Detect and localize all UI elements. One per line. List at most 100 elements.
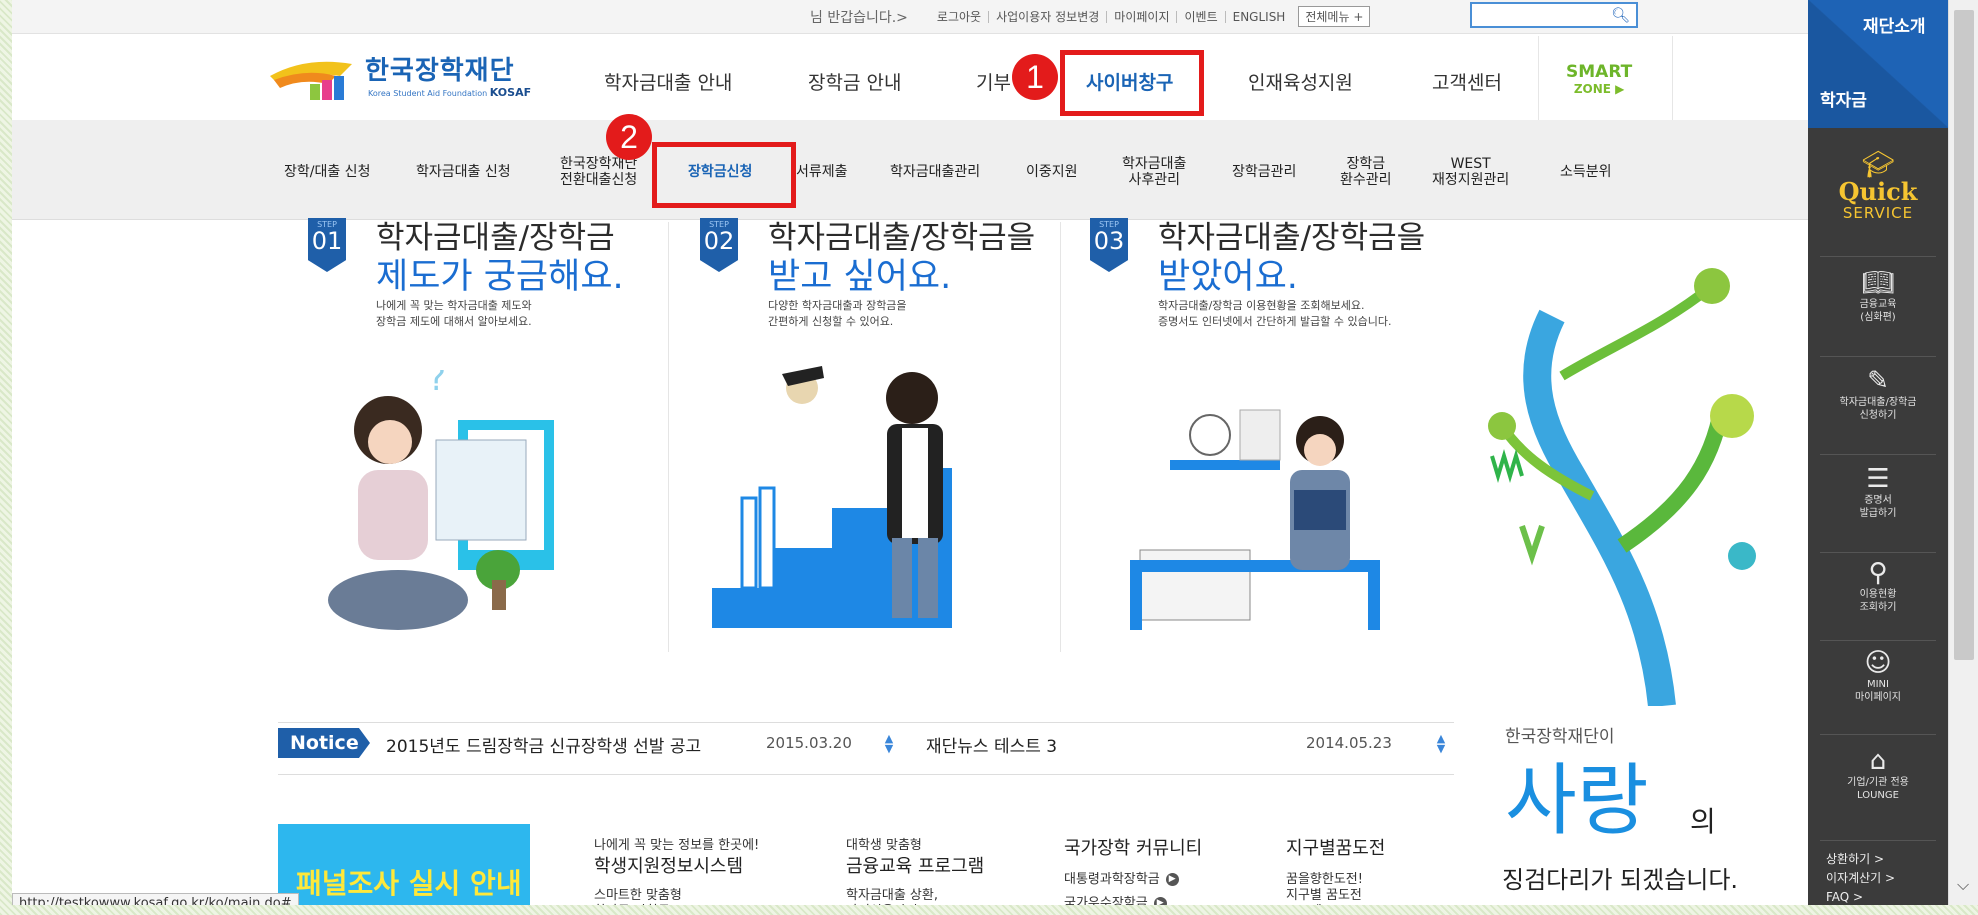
smart-label: SMART: [1566, 62, 1633, 82]
nav-donation[interactable]: 기부: [976, 68, 1011, 95]
smart-zone-button[interactable]: SMART ZONE ▶: [1566, 64, 1632, 98]
repay-link[interactable]: 상환하기 >: [1826, 850, 1895, 869]
annotation-box-2: [652, 142, 796, 208]
nav-scholarship-guide[interactable]: 장학금 안내: [808, 68, 901, 95]
search-input[interactable]: 🔍︎: [1470, 2, 1638, 28]
search-icon: ⚲: [1868, 558, 1888, 588]
page-frame-bottom: [0, 905, 1978, 915]
finance-edu-title[interactable]: 금융교육 프로그램: [846, 852, 984, 878]
scrollbar-thumb[interactable]: [1954, 10, 1974, 660]
graduation-cap-icon: 🎓︎: [1861, 150, 1895, 180]
community-link-1[interactable]: 대통령과학장학금 ▶: [1064, 868, 1179, 887]
notice-item-2[interactable]: 재단뉴스 테스트 3: [926, 732, 1057, 757]
notice-updown-icon[interactable]: ▲ ▼: [882, 733, 896, 756]
subnav-west-l2: 재정지원관리: [1432, 172, 1510, 188]
nav-divider: [1672, 36, 1673, 120]
notice-date-1: 2015.03.20: [766, 734, 852, 752]
subnav-scholarship-refund[interactable]: 장학금 환수관리: [1340, 156, 1392, 188]
greeting-text: 님 반갑습니다.>: [810, 9, 908, 26]
side-item-label: LOUNGE: [1857, 790, 1899, 801]
logo-sub: Korea Student Aid Foundation KOSAF: [368, 86, 531, 99]
side-item-label: 발급하기: [1859, 508, 1897, 519]
subnav-west[interactable]: WEST 재정지원관리: [1432, 156, 1509, 188]
service-label: SERVICE: [1842, 204, 1914, 222]
student-reading-illustration: [1130, 409, 1380, 630]
nav-loan-guide[interactable]: 학자금대출 안내: [604, 68, 732, 95]
step-desc-line: 학자금대출/장학금 이용현황을 조회해보세요.: [1158, 299, 1365, 312]
dream-challenge-title[interactable]: 지구별꿈도전: [1286, 834, 1385, 860]
nav-customer-center[interactable]: 고객센터: [1432, 68, 1502, 95]
step-subtitle-1[interactable]: 제도가 궁금해요.: [376, 248, 624, 299]
logo-name[interactable]: 한국장학재단: [365, 50, 515, 87]
search-icon[interactable]: 🔍︎: [1611, 6, 1630, 24]
building-icon: ⌂: [1869, 746, 1887, 776]
community-title[interactable]: 국가장학 커뮤니티: [1064, 834, 1202, 860]
student-loan-link[interactable]: 학자금: [1820, 86, 1867, 111]
subnav-income-level[interactable]: 소득분위: [1560, 164, 1612, 180]
step-subtitle-3[interactable]: 받았어요.: [1158, 248, 1298, 299]
subnav-apply[interactable]: 장학/대출 신청: [284, 164, 370, 180]
arrow-circle-icon: ▶: [1615, 82, 1625, 96]
foundation-intro-link[interactable]: 재단소개: [1863, 12, 1926, 37]
info-system-title[interactable]: 학생지원정보시스템: [594, 852, 743, 878]
quick-label: Quick: [1838, 177, 1918, 206]
subnav-conversion-loan[interactable]: 한국장학재단 전환대출신청: [560, 156, 637, 188]
step-subtitle-2[interactable]: 받고 싶어요.: [768, 248, 951, 299]
nav-talent-support[interactable]: 인재육성지원: [1248, 68, 1353, 95]
side-lounge[interactable]: ⌂ 기업/기관 전용 LOUNGE: [1808, 746, 1948, 802]
side-divider: [1820, 256, 1936, 257]
subnav-loan-apply[interactable]: 학자금대출 신청: [416, 164, 511, 180]
subnav-loan-aftercare[interactable]: 학자금대출 사후관리: [1122, 156, 1186, 188]
side-usage-lookup[interactable]: ⚲ 이용현황 조회하기: [1808, 558, 1948, 614]
chevron-down-icon[interactable]: ⌵: [1957, 875, 1969, 895]
step-desc-2: 다양한 학자금대출과 장학금을 간편하게 신청할 수 있어요.: [768, 298, 907, 330]
side-divider: [1820, 734, 1936, 735]
side-divider: [1820, 840, 1936, 841]
utility-links: 님 반갑습니다.> 로그아웃 사업이용자 정보변경 마이페이지 이벤트 ENGL…: [810, 6, 1371, 27]
nav-divider: [1538, 36, 1539, 120]
english-link[interactable]: ENGLISH: [1224, 10, 1293, 23]
form-icon: ✎: [1867, 366, 1889, 396]
side-item-label: 기업/기관 전용: [1847, 777, 1909, 788]
love-particle: 의: [1690, 805, 1716, 838]
event-link[interactable]: 이벤트: [1176, 10, 1224, 23]
side-finance-edu[interactable]: 📖︎ 금융교육 (심화편): [1808, 268, 1948, 324]
step-desc-line: 간편하게 신청할 수 있어요.: [768, 315, 894, 328]
arrow-circle-icon: ▶: [1165, 873, 1179, 886]
logout-link[interactable]: 로그아웃: [930, 11, 988, 23]
interest-calc-link[interactable]: 이자계산기 >: [1826, 869, 1895, 888]
side-item-label: 금융교육: [1859, 299, 1897, 310]
side-top-banner[interactable]: 재단소개 학자금: [1808, 0, 1948, 128]
notice-item-1[interactable]: 2015년도 드림장학금 신규장학생 선발 공고: [386, 732, 701, 757]
subnav-scholarship-manage[interactable]: 장학금관리: [1232, 164, 1296, 180]
subnav-document-submit[interactable]: 서류제출: [796, 164, 848, 180]
all-menu-button[interactable]: 전체메뉴 +: [1298, 6, 1371, 27]
side-certificate[interactable]: ☰ 증명서 발급하기: [1808, 464, 1948, 520]
panel-survey-banner-text[interactable]: 패널조사 실시 안내: [296, 862, 522, 902]
person-icon: ☺: [1864, 648, 1892, 678]
student-thinking-illustration: ?: [328, 370, 554, 630]
side-item-label: MINI: [1866, 679, 1889, 690]
mypage-link[interactable]: 마이페이지: [1106, 10, 1176, 23]
side-quick-links: 상환하기 > 이자계산기 > FAQ >: [1826, 850, 1895, 907]
step-desc-line: 다양한 학자금대출과 장학금을: [768, 299, 907, 312]
page-frame-left: [0, 0, 12, 915]
side-mini-mypage[interactable]: ☺ MINI 마이페이지: [1808, 648, 1948, 704]
news-updown-icon[interactable]: ▲ ▼: [1434, 733, 1448, 756]
love-subline: 징검다리가 되겠습니다.: [1502, 866, 1739, 894]
subnav-double-support[interactable]: 이중지원: [1026, 164, 1078, 180]
annotation-box-1: [1060, 50, 1204, 116]
step-badge-3: STEP 03: [1090, 218, 1128, 272]
kosaf-logo-icon[interactable]: [266, 50, 362, 106]
side-item-label: 조회하기: [1859, 602, 1897, 613]
notice-date-2: 2014.05.23: [1306, 734, 1392, 752]
side-apply[interactable]: ✎ 학자금대출/장학금 신청하기: [1808, 366, 1948, 422]
subnav-loan-manage[interactable]: 학자금대출관리: [890, 164, 980, 180]
vertical-scrollbar[interactable]: ⌵: [1948, 0, 1978, 915]
annotation-marker-1: 1: [1012, 54, 1058, 100]
user-info-change-link[interactable]: 사업이용자 정보변경: [988, 10, 1106, 23]
step-desc-line: 장학금 제도에 대해서 알아보세요.: [376, 315, 532, 328]
certificate-icon: ☰: [1866, 464, 1890, 494]
step-divider: [668, 222, 669, 652]
logo-sub-text: Korea Student Aid Foundation: [368, 89, 488, 98]
